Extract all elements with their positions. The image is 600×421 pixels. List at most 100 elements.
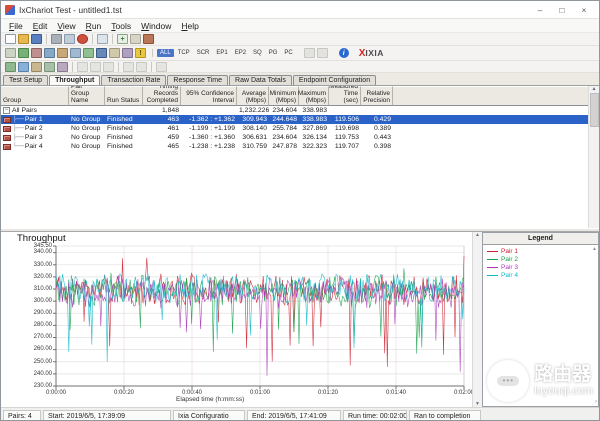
zoom-icon[interactable]	[156, 62, 167, 72]
menu-item-file[interactable]: File	[4, 21, 28, 31]
cell-confidence: -1.238 : +1.238	[181, 142, 237, 151]
throughput-chart-pane: Throughput Mbps 345.50340.00330.00320.00…	[1, 232, 482, 407]
lock-icon[interactable]	[31, 48, 42, 58]
console-icon[interactable]	[57, 48, 68, 58]
print-icon[interactable]	[51, 34, 62, 44]
alert-icon[interactable]: !	[135, 48, 146, 58]
chart-options-icon[interactable]	[96, 48, 107, 58]
tab-throughput[interactable]: Throughput	[49, 75, 100, 85]
tab-response-time[interactable]: Response Time	[167, 75, 228, 85]
filter-button-ep2[interactable]: EP2	[232, 49, 249, 57]
table-row-all-pairs[interactable]: −All Pairs1,8481,232.226234.604338.983	[1, 106, 599, 115]
expand-all-icon[interactable]	[123, 62, 134, 72]
column-header-maximum-mbps[interactable]: Maximum (Mbps)	[299, 86, 329, 106]
table-row-pair-3[interactable]: ├──Pair 3No GroupFinished459-1.360 : +1.…	[1, 133, 599, 142]
column-header-95-confidence-interval[interactable]: 95% Confidence Interval	[181, 86, 237, 106]
cell-timing_records: 465	[143, 142, 181, 151]
scroll-down-icon[interactable]: ▼	[475, 401, 480, 407]
minimize-button[interactable]: –	[529, 2, 551, 18]
save-test-icon[interactable]	[31, 34, 42, 44]
column-header-relative-precision[interactable]: Relative Precision	[361, 86, 393, 106]
filter-button-sq[interactable]: SQ	[250, 49, 265, 57]
cell-pair_group_name: No Group	[69, 142, 105, 151]
tab-raw-data-totals[interactable]: Raw Data Totals	[229, 75, 292, 85]
table-row-pair-2[interactable]: ├──Pair 2No GroupFinished461-1.199 : +1.…	[1, 124, 599, 133]
info-icon[interactable]: i	[339, 48, 349, 58]
filter-button-pc[interactable]: PC	[281, 49, 295, 57]
align-left-icon[interactable]	[77, 62, 88, 72]
doc-icon[interactable]	[109, 48, 120, 58]
cell-maximum: 338.983	[299, 115, 329, 124]
compare-icon[interactable]	[317, 48, 328, 58]
send-results-icon[interactable]	[64, 34, 75, 44]
menu-item-run[interactable]: Run	[81, 21, 107, 31]
legend-scroll-up-icon[interactable]: ▲	[592, 246, 597, 252]
scroll-thumb[interactable]	[590, 93, 599, 127]
chart-scrollbar[interactable]: ▲ ▼	[472, 232, 482, 407]
report-icon[interactable]	[143, 34, 154, 44]
table-row-pair-4[interactable]: └──Pair 4No GroupFinished465-1.238 : +1.…	[1, 142, 599, 151]
capture-icon[interactable]	[122, 48, 133, 58]
close-button[interactable]: ×	[573, 2, 595, 18]
view-groups-icon[interactable]	[57, 62, 68, 72]
scroll-up-icon[interactable]: ▲	[475, 232, 480, 238]
menu-item-tools[interactable]: Tools	[106, 21, 136, 31]
add-pair-icon[interactable]: +	[117, 34, 128, 44]
menu-item-edit[interactable]: Edit	[28, 21, 53, 31]
pause-test-icon[interactable]	[31, 62, 42, 72]
filter-button-all[interactable]: ALL	[157, 49, 174, 57]
edit-config-icon[interactable]	[83, 48, 94, 58]
filter-button-tcp[interactable]: TCP	[175, 49, 193, 57]
maximize-button[interactable]: □	[551, 2, 573, 18]
refresh-icon[interactable]	[18, 62, 29, 72]
group-pairs-icon[interactable]	[18, 48, 29, 58]
legend-item-pair-1[interactable]: Pair 1	[487, 247, 598, 255]
schedule-icon[interactable]	[70, 48, 81, 58]
legend-item-pair-3[interactable]: Pair 3	[487, 263, 598, 271]
link-endpoints-icon[interactable]	[44, 48, 55, 58]
new-test-icon[interactable]	[5, 34, 16, 44]
menu-item-window[interactable]: Window	[136, 21, 176, 31]
legend-item-pair-2[interactable]: Pair 2	[487, 255, 598, 263]
ixia-logo-x: X	[359, 48, 366, 59]
copy-pair-icon[interactable]	[130, 34, 141, 44]
column-header-pair-group-name[interactable]: Pair Group Name	[69, 86, 105, 106]
collapse-all-icon[interactable]	[136, 62, 147, 72]
table-header-row: GroupPair Group NameRun StatusTiming Rec…	[1, 86, 599, 106]
table-row-pair-1[interactable]: ├──Pair 1No GroupFinished463-1.362 : +1.…	[1, 115, 599, 124]
open-test-icon[interactable]	[18, 34, 29, 44]
run-test-icon[interactable]	[5, 62, 16, 72]
legend-list[interactable]: ▲ › Pair 1Pair 2Pair 3Pair 4	[483, 245, 598, 406]
cell-pair_group_name	[69, 106, 105, 115]
view-pairs-icon[interactable]	[44, 62, 55, 72]
stop-run-icon[interactable]	[77, 34, 88, 44]
align-center-icon[interactable]	[90, 62, 101, 72]
tab-endpoint-configuration[interactable]: Endpoint Configuration	[293, 75, 376, 85]
legend-scroll-right-icon[interactable]: ›	[595, 399, 597, 405]
table-scrollbar[interactable]: ▲	[588, 86, 599, 228]
column-header-timing-records-completed[interactable]: Timing Records Completed	[143, 86, 181, 106]
column-header-average-mbps[interactable]: Average (Mbps)	[237, 86, 269, 106]
menu-item-help[interactable]: Help	[176, 21, 203, 31]
align-right-icon[interactable]	[103, 62, 114, 72]
clone-test-icon[interactable]	[304, 48, 315, 58]
filter-button-scr[interactable]: SCR	[194, 49, 213, 57]
new-window-icon[interactable]	[97, 34, 108, 44]
column-header-minimum-mbps[interactable]: Minimum (Mbps)	[269, 86, 299, 106]
scroll-up-icon[interactable]: ▲	[592, 86, 597, 92]
pair-icon	[3, 144, 11, 150]
tab-test-setup[interactable]: Test Setup	[3, 75, 48, 85]
column-header-group[interactable]: Group	[1, 86, 69, 106]
collapse-expander-icon[interactable]: −	[3, 107, 10, 114]
undo-icon[interactable]	[5, 48, 16, 58]
filter-button-ep1[interactable]: EP1	[213, 49, 230, 57]
tree-branch: ├──	[13, 124, 24, 133]
legend-item-pair-4[interactable]: Pair 4	[487, 271, 598, 279]
menu-item-view[interactable]: View	[52, 21, 80, 31]
filter-button-pg[interactable]: PG	[266, 49, 281, 57]
column-header-measured-time-sec[interactable]: Measured Time (sec)	[329, 86, 361, 106]
cell-maximum: 327.869	[299, 124, 329, 133]
cell-pair_group_name: No Group	[69, 133, 105, 142]
column-header-run-status[interactable]: Run Status	[105, 86, 143, 106]
tab-transaction-rate[interactable]: Transaction Rate	[101, 75, 166, 85]
